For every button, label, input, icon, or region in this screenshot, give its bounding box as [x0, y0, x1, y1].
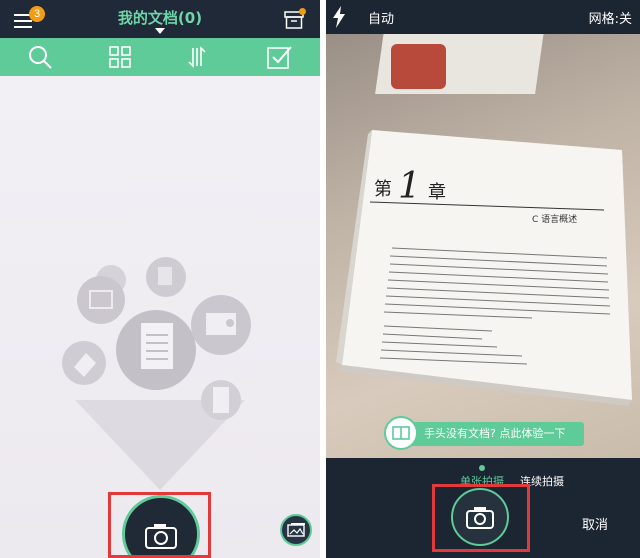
camera-viewfinder[interactable]: 第 1 章 C 语言概述	[326, 34, 640, 458]
chapter-char1: 第	[374, 179, 392, 200]
archive-badge	[299, 8, 306, 15]
empty-state-illustration	[62, 257, 251, 420]
highlight-box	[108, 492, 211, 558]
screenshot: 3 我的文档(0) 自动 网格:关 第 1 章 C 语言概述 手头没有文档? 点…	[0, 0, 640, 558]
chapter-char2: 章	[428, 182, 446, 203]
book-icon	[384, 416, 418, 450]
mode-indicator	[479, 465, 485, 471]
sort-icon[interactable]	[187, 44, 213, 70]
gallery-button[interactable]	[280, 514, 312, 546]
search-icon[interactable]	[27, 44, 53, 70]
chapter-num: 1	[398, 166, 421, 207]
toolbar	[0, 38, 320, 76]
camera-top-bar: 自动 网格:关	[326, 0, 640, 34]
background-object	[391, 44, 446, 89]
flash-mode-label[interactable]: 自动	[368, 8, 394, 27]
highlight-box	[432, 484, 530, 552]
book-preview: 第 1 章 C 语言概述	[336, 130, 632, 406]
camera-controls: 单张拍摄 连续拍摄 取消	[326, 458, 640, 558]
chapter-title: C 语言概述	[532, 213, 577, 225]
page-title[interactable]: 我的文档(0)	[0, 7, 320, 28]
flash-icon[interactable]	[332, 6, 346, 28]
cancel-button[interactable]: 取消	[582, 514, 608, 533]
documents-screen: 3 我的文档(0)	[0, 0, 320, 558]
top-bar: 3 我的文档(0)	[0, 0, 320, 38]
grid-toggle[interactable]: 网格:关	[589, 8, 632, 27]
grid-icon[interactable]	[107, 44, 133, 70]
image-icon	[287, 523, 305, 537]
camera-screen: 自动 网格:关 第 1 章 C 语言概述 手头没有文档? 点此体验一下 单张拍摄…	[326, 0, 640, 558]
dropdown-caret-icon[interactable]	[155, 28, 165, 34]
check-icon[interactable]	[266, 44, 292, 70]
